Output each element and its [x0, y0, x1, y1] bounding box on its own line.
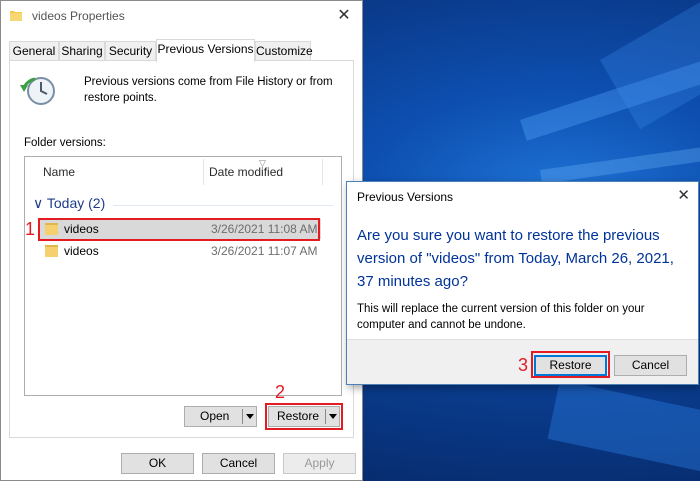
cancel-button[interactable]: Cancel — [202, 453, 275, 474]
step-marker-2: 2 — [275, 382, 286, 402]
folder-icon — [45, 245, 58, 257]
highlight-restore-button — [265, 403, 343, 430]
tab-general[interactable]: General — [9, 41, 59, 61]
confirm-dialog: Previous Versions ✕ Are you sure you wan… — [346, 181, 699, 385]
group-divider — [113, 205, 333, 206]
dialog-question: Are you sure you want to restore the pre… — [357, 227, 674, 290]
apply-button[interactable]: Apply — [283, 453, 356, 474]
dropdown-arrow-icon[interactable] — [246, 414, 254, 419]
window-title: videos Properties — [32, 9, 125, 23]
highlight-dialog-restore — [531, 351, 610, 378]
column-date-modified[interactable]: Date modified — [209, 157, 283, 187]
tab-customize[interactable]: Customize — [255, 41, 313, 61]
title-bar: videos Properties ✕ — [1, 1, 362, 31]
tab-security[interactable]: Security — [105, 41, 156, 61]
version-name: videos — [64, 244, 99, 258]
properties-window: videos Properties ✕ General Sharing Secu… — [0, 0, 363, 481]
tab-previous-versions[interactable]: Previous Versions — [156, 39, 255, 62]
close-icon[interactable]: ✕ — [677, 186, 690, 204]
list-item[interactable]: videos 3/26/2021 11:07 AM — [39, 241, 321, 261]
ok-button[interactable]: OK — [121, 453, 194, 474]
column-divider — [322, 159, 323, 185]
dialog-title: Previous Versions — [357, 190, 454, 204]
group-header-today[interactable]: ∨ Today (2) — [33, 195, 105, 212]
column-divider — [203, 159, 204, 185]
dialog-cancel-button[interactable]: Cancel — [614, 355, 687, 376]
open-button[interactable]: Open — [184, 406, 257, 427]
chevron-down-icon: ∨ — [33, 195, 44, 211]
history-clock-icon — [20, 77, 55, 105]
sort-chevron-icon: ▽ — [259, 158, 266, 168]
intro-text: Previous versions come from File History… — [84, 76, 333, 104]
highlight-selected-version — [38, 218, 320, 241]
tab-sharing[interactable]: Sharing — [59, 41, 105, 61]
close-icon[interactable]: ✕ — [332, 5, 356, 27]
versions-list[interactable]: Name Date modified ▽ ∨ Today (2) videos … — [24, 156, 342, 396]
open-label: Open — [200, 409, 230, 423]
dialog-detail: This will replace the current version of… — [357, 303, 645, 331]
column-name[interactable]: Name — [43, 157, 75, 187]
group-label: Today (2) — [46, 195, 106, 211]
folder-icon — [10, 11, 22, 21]
split-divider — [242, 409, 243, 424]
folder-versions-label: Folder versions: — [24, 137, 106, 149]
version-date: 3/26/2021 11:07 AM — [211, 244, 318, 258]
step-marker-3: 3 — [518, 355, 529, 375]
step-marker-1: 1 — [25, 219, 36, 239]
